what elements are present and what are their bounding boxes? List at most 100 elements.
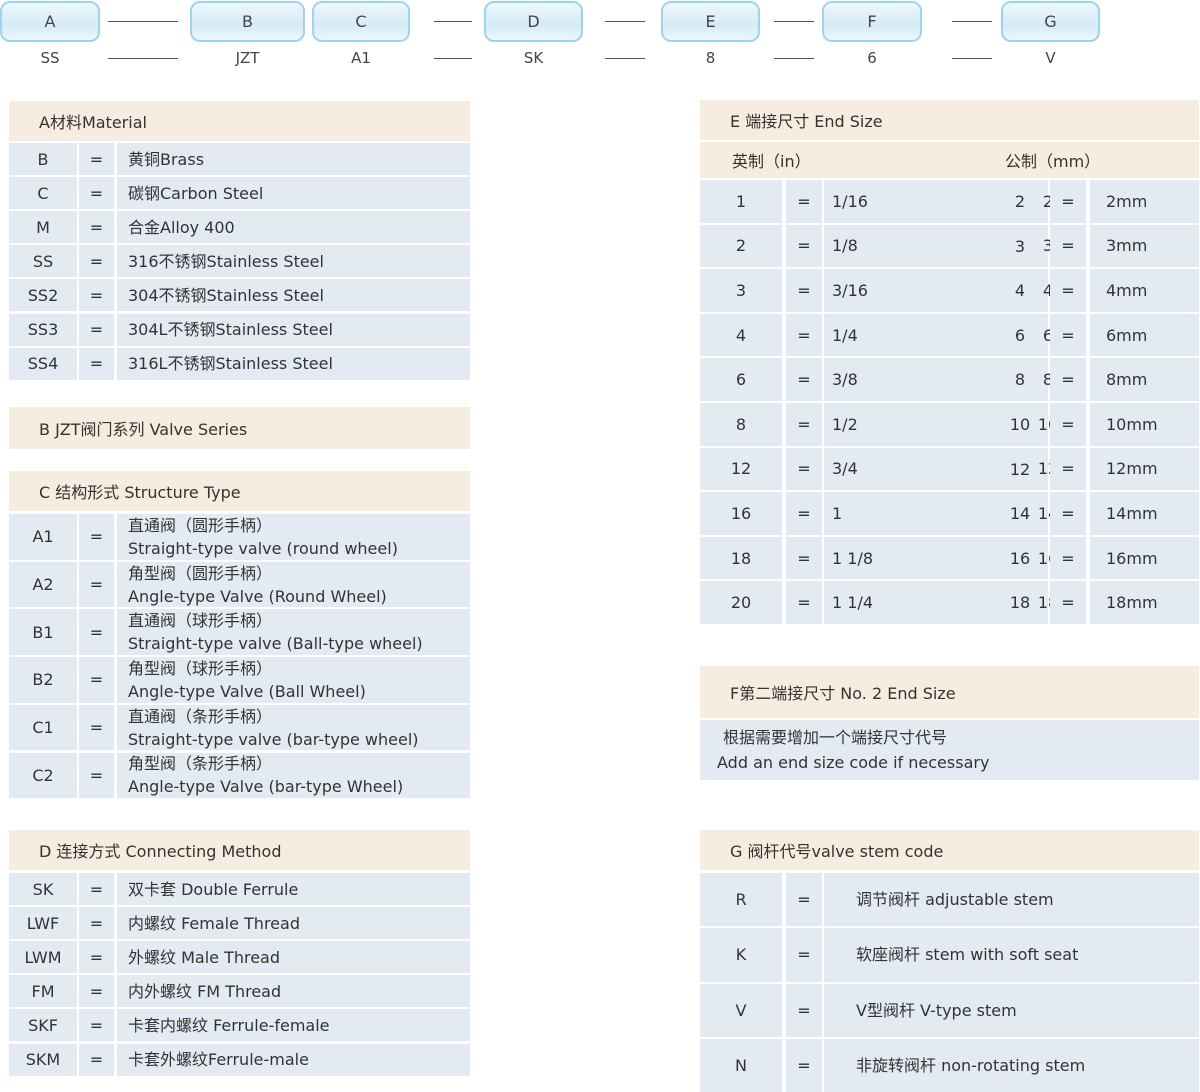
endsize-row-cell: 16 <box>700 492 782 535</box>
connecting-row-cell: SK <box>9 873 77 906</box>
material-row-cell: SS <box>9 245 77 278</box>
structure-row-text: 直通阀（条形手柄） <box>128 706 273 726</box>
structure-row-text: 角型阀（球形手柄） <box>128 658 273 678</box>
connecting-row-cell: = <box>79 941 114 974</box>
material-row-cell: = <box>79 347 114 380</box>
connecting-row-cell: FM <box>9 975 77 1008</box>
stem-row-cell: N <box>700 1038 782 1092</box>
endsize-mm-code: 4 <box>1014 281 1026 301</box>
second-end-body: 根据需要增加一个端接尺寸代号 Add an end size code if n… <box>700 720 1199 780</box>
connecting-row-cell: 卡套外螺纹Ferrule-male <box>117 1043 470 1076</box>
endsize-row-cell: 2mm <box>1090 180 1199 223</box>
structure-row-cell: = <box>79 752 114 799</box>
endsize-row-cell: = <box>1050 180 1086 223</box>
code-box-E: E <box>661 1 760 42</box>
connecting-row-cell: = <box>79 907 114 940</box>
structure-row-text: Angle-type Valve (Round Wheel) <box>128 586 387 606</box>
material-row-cell: B <box>9 143 77 176</box>
endsize-row-cell: 12mm <box>1090 447 1199 491</box>
endsize-row-cell: 8 <box>700 403 782 446</box>
connector-line <box>952 21 992 22</box>
structure-row-cell: 角型阀（球形手柄） Angle-type Valve (Ball Wheel) <box>117 657 470 703</box>
structure-row-text: Angle-type Valve (bar-type Wheel) <box>128 777 404 797</box>
endsize-row-cell: = <box>786 536 822 580</box>
material-row-cell: = <box>79 177 114 210</box>
endsize-row-cell: = <box>786 224 822 268</box>
structure-row-cell: = <box>79 609 114 656</box>
structure-row-cell: 角型阀（圆形手柄） Angle-type Valve (Round Wheel) <box>117 561 470 608</box>
code-value-D: SK <box>523 49 544 67</box>
connecting-row-cell: = <box>79 1009 114 1042</box>
endsize-mm-code: 12 <box>1009 459 1031 479</box>
endsize-mm-code: 14 <box>1009 504 1031 524</box>
material-row-cell: = <box>79 279 114 312</box>
structure-row-cell: 角型阀（条形手柄） Angle-type Valve (bar-type Whee… <box>117 752 470 799</box>
material-row-cell: SS4 <box>9 347 77 380</box>
endsize-row-cell: = <box>786 358 822 401</box>
inch-label: 英制（in） <box>732 152 811 171</box>
material-row-cell: SS3 <box>9 313 77 346</box>
endsize-mm-code: 16 <box>1009 548 1031 568</box>
connector-line <box>774 58 814 59</box>
structure-row-cell: = <box>79 704 114 751</box>
endsize-row-cell: 16mm <box>1090 536 1199 580</box>
structure-row-cell: C1 <box>9 704 77 751</box>
endsize-row-cell: = <box>786 581 822 624</box>
endsize-row-cell: 18 <box>700 536 782 580</box>
endsize-row-cell: = <box>1050 358 1086 401</box>
material-row-cell: 304不锈钢Stainless Steel <box>117 279 470 312</box>
stem-row-cell: = <box>786 983 822 1037</box>
connector-line <box>605 21 645 22</box>
material-row-cell: 碳钢Carbon Steel <box>117 177 470 210</box>
structure-row-text: Straight-type valve (Ball-type wheel) <box>128 634 423 654</box>
structure-header: C 结构形式 Structure Type <box>9 471 470 511</box>
series-header: B JZT阀门系列 Valve Series <box>9 407 470 449</box>
stem-row-cell: = <box>786 928 822 982</box>
structure-row-text: 直通阀（球形手柄） <box>128 611 273 631</box>
stem-row-cell: 调节阀杆 adjustable stem <box>824 873 1199 927</box>
endsize-row-cell: 3mm <box>1090 224 1199 268</box>
code-value-G: V <box>1045 49 1056 67</box>
endsize-mm-code: 2 <box>1014 192 1026 211</box>
code-value-E: 8 <box>705 49 716 67</box>
endsize-row-cell: 4 <box>700 313 782 357</box>
code-box-A: A <box>0 1 100 42</box>
endsize-row-cell: = <box>1050 313 1086 357</box>
structure-row-cell: 直通阀（球形手柄） Straight-type valve (Ball-type … <box>117 609 470 656</box>
endsize-mm-code: 6 <box>1014 325 1026 345</box>
connector-line <box>434 21 472 22</box>
material-row-cell: 316不锈钢Stainless Steel <box>117 245 470 278</box>
structure-row-cell: 直通阀（条形手柄） Straight-type valve (bar-type w… <box>117 704 470 751</box>
structure-row-cell: A2 <box>9 561 77 608</box>
structure-row-text: 角型阀（圆形手柄） <box>128 563 273 583</box>
structure-row-text: Straight-type valve (bar-type wheel) <box>128 729 419 749</box>
material-header: A材料Material <box>9 101 470 141</box>
stem-row-cell: R <box>700 873 782 927</box>
connecting-row-cell: = <box>79 873 114 906</box>
stem-row-cell: V型阀杆 V-type stem <box>824 983 1199 1037</box>
stem-row-cell: 非旋转阀杆 non-rotating stem <box>824 1038 1199 1092</box>
stem-row-cell: = <box>786 873 822 927</box>
connector-line <box>952 58 992 59</box>
structure-row-text: 角型阀（条形手柄） <box>128 754 273 774</box>
structure-row-cell: 直通阀（圆形手柄） Straight-type valve (round whee… <box>117 514 470 560</box>
code-box-G: G <box>1001 1 1100 42</box>
structure-row-cell: B1 <box>9 609 77 656</box>
connecting-row-cell: 双卡套 Double Ferrule <box>117 873 470 906</box>
endsize-mm-code: 10 <box>1009 415 1031 434</box>
connecting-header: D 连接方式 Connecting Method <box>9 830 470 870</box>
material-row-cell: = <box>79 245 114 278</box>
endsize-row-cell: = <box>786 313 822 357</box>
connecting-row-cell: SKF <box>9 1009 77 1042</box>
material-row-cell: M <box>9 211 77 244</box>
connector-line <box>434 58 472 59</box>
endsize-row-cell: = <box>1050 403 1086 446</box>
endsize-row-cell: = <box>786 447 822 491</box>
endsize-row-cell: 18mm <box>1090 581 1199 624</box>
structure-row-cell: C2 <box>9 752 77 799</box>
endsize-row-cell: 20 <box>700 581 782 624</box>
stem-row-cell: = <box>786 1038 822 1092</box>
endsize-row-cell: = <box>786 403 822 446</box>
second-end-cn: 根据需要增加一个端接尺寸代号 <box>723 728 948 747</box>
structure-row-text: Angle-type Valve (Ball Wheel) <box>128 681 366 701</box>
